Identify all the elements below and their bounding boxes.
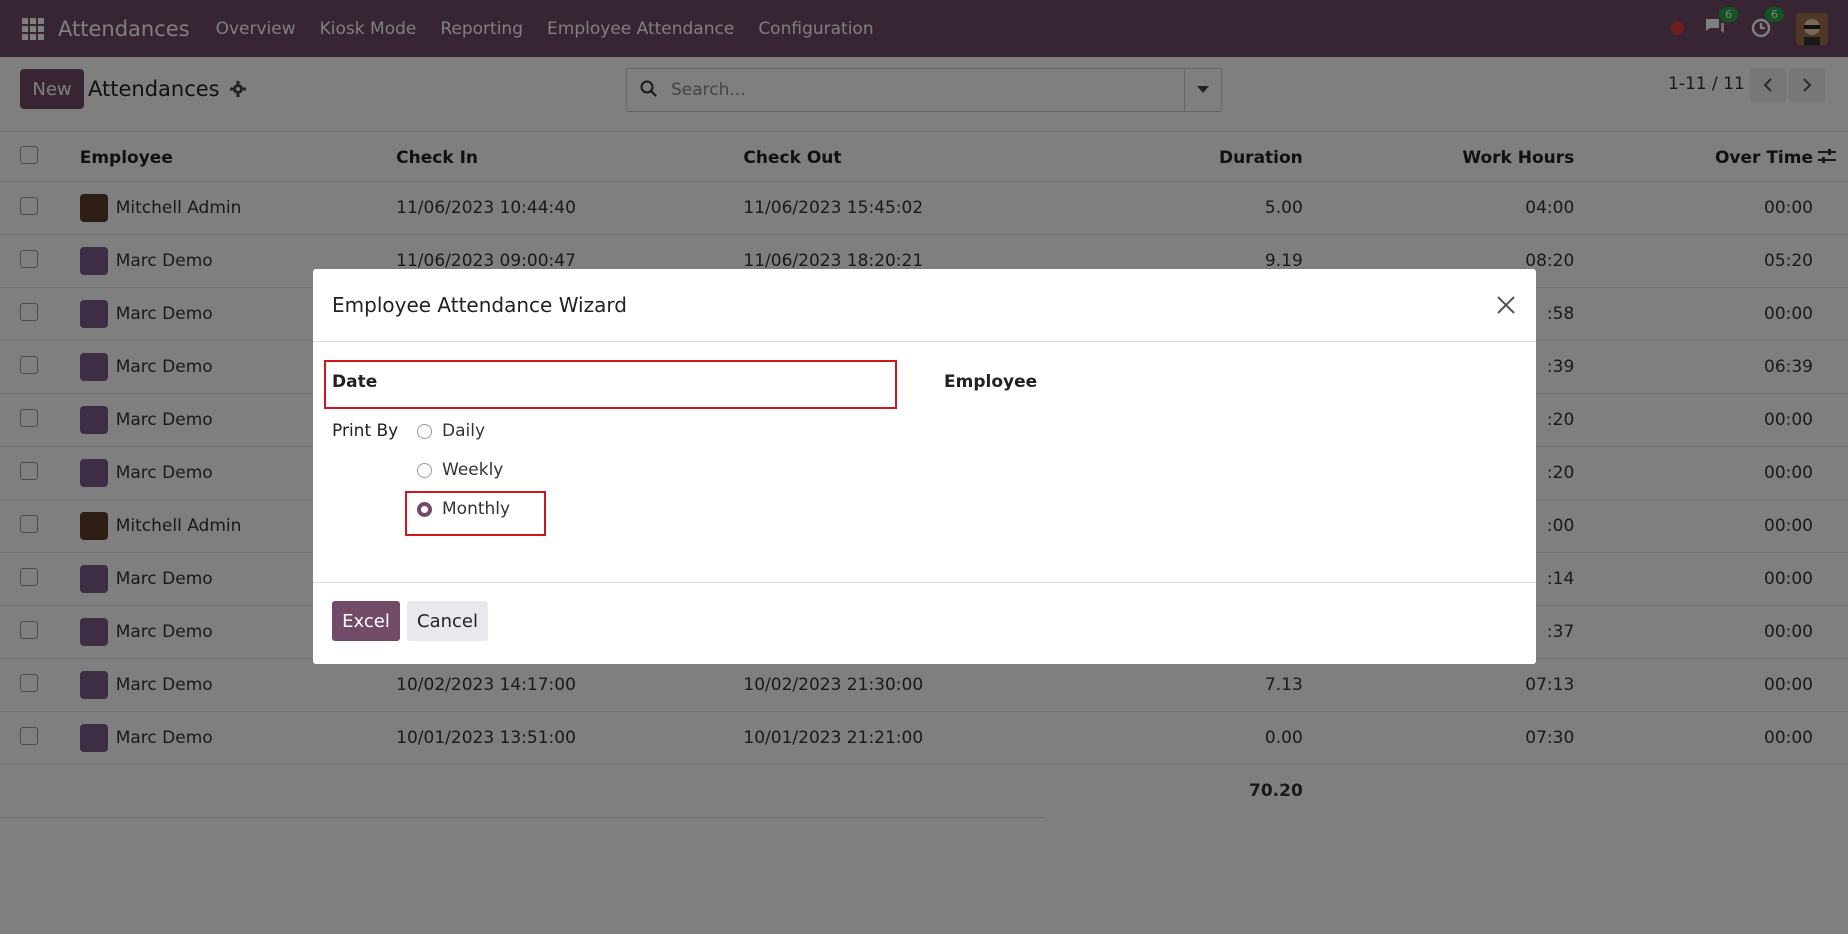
cancel-button[interactable]: Cancel — [407, 601, 488, 641]
date-field-highlight[interactable] — [324, 360, 897, 409]
radio-daily-circle[interactable] — [417, 423, 432, 439]
monthly-highlight — [405, 491, 546, 536]
modal-footer: Excel Cancel — [313, 583, 1536, 665]
radio-weekly-label[interactable]: Weekly — [442, 460, 503, 480]
modal-header: Employee Attendance Wizard — [313, 269, 1536, 342]
print-by-label: Print By — [332, 421, 399, 441]
date-label: Date — [332, 372, 378, 392]
employee-label: Employee — [944, 372, 1038, 392]
radio-daily[interactable]: Daily — [417, 421, 485, 441]
radio-weekly-circle[interactable] — [417, 462, 432, 478]
excel-button[interactable]: Excel — [332, 601, 400, 641]
modal-title: Employee Attendance Wizard — [332, 293, 627, 317]
radio-daily-label[interactable]: Daily — [442, 421, 485, 441]
close-icon[interactable] — [1494, 293, 1518, 317]
radio-weekly[interactable]: Weekly — [417, 460, 503, 480]
modal-body: Date Employee Print By Daily Weekly Mont… — [313, 342, 1536, 583]
employee-attendance-wizard: Employee Attendance Wizard Date Employee… — [313, 269, 1536, 664]
